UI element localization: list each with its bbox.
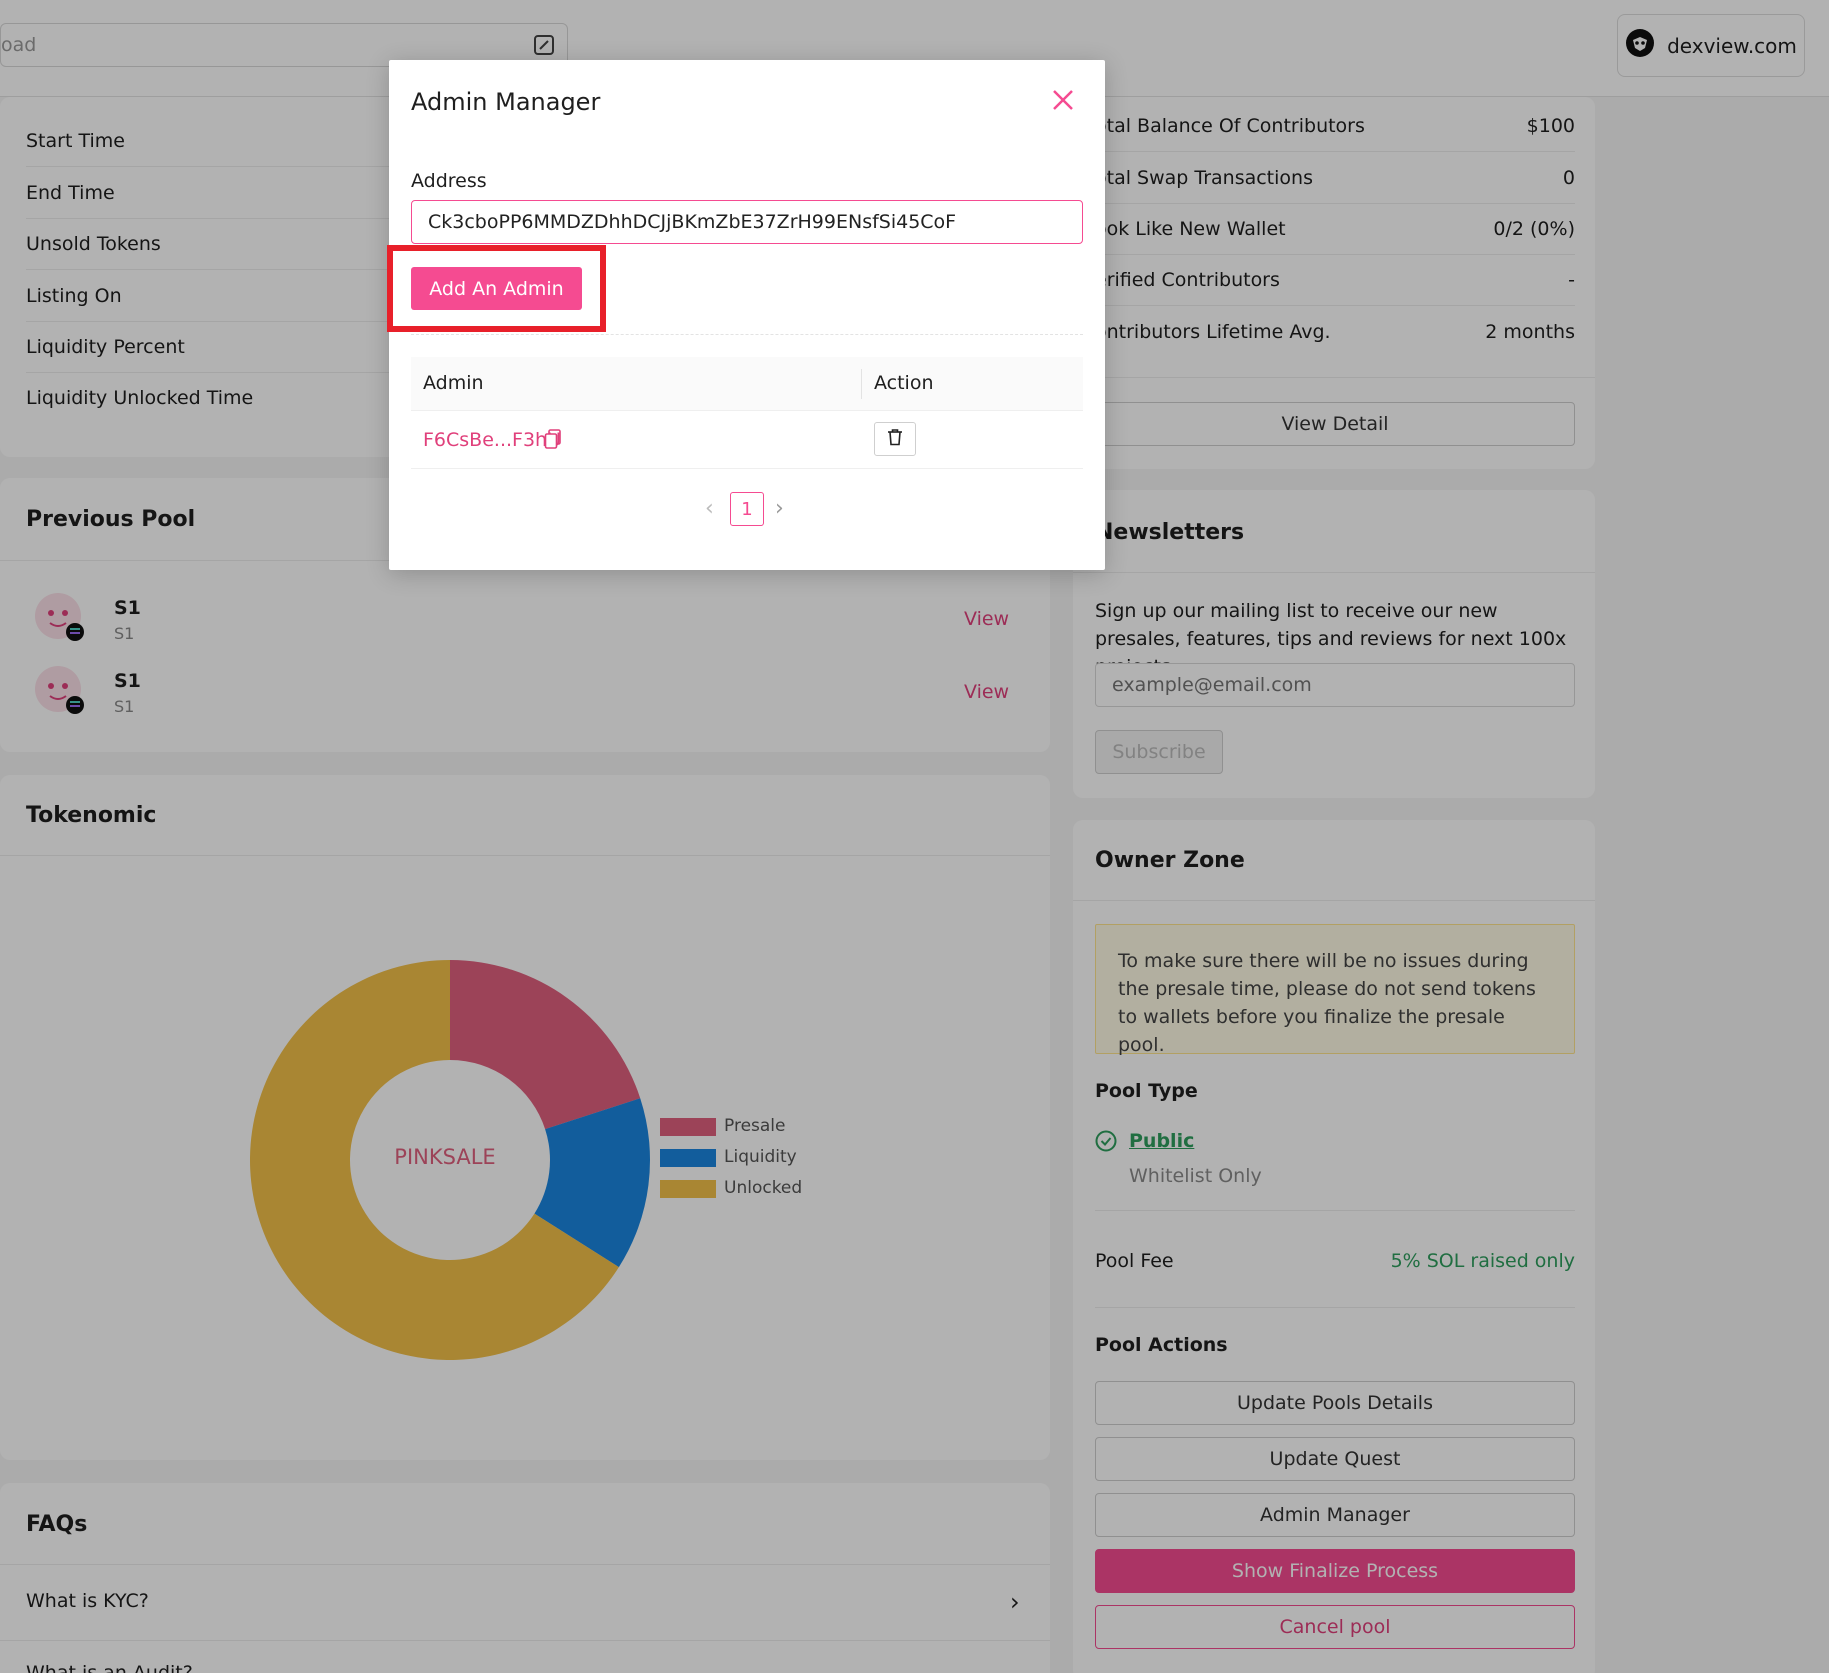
admin-table-header — [411, 357, 1083, 411]
address-input[interactable] — [411, 200, 1083, 244]
col-admin-header: Admin — [423, 372, 484, 394]
divider — [411, 334, 1083, 335]
modal-title: Admin Manager — [411, 88, 601, 116]
close-icon[interactable] — [1049, 86, 1077, 119]
page-number: 1 — [741, 498, 753, 520]
copy-icon[interactable] — [544, 429, 562, 454]
pagination-prev-icon[interactable]: ‹ — [705, 496, 714, 521]
col-action-header: Action — [874, 372, 934, 394]
trash-icon — [887, 428, 903, 451]
add-admin-label: Add An Admin — [429, 277, 564, 300]
address-label: Address — [411, 170, 487, 192]
pagination-page[interactable]: 1 — [730, 492, 764, 526]
column-separator — [861, 369, 862, 399]
delete-admin-button[interactable] — [874, 422, 916, 456]
admin-address-link[interactable]: F6CsBe...F3hU — [423, 429, 561, 451]
admin-manager-modal: Admin Manager Address Add An Admin Admin… — [387, 60, 1105, 570]
pagination-next-icon[interactable]: › — [775, 496, 784, 521]
add-admin-button[interactable]: Add An Admin — [411, 267, 582, 310]
